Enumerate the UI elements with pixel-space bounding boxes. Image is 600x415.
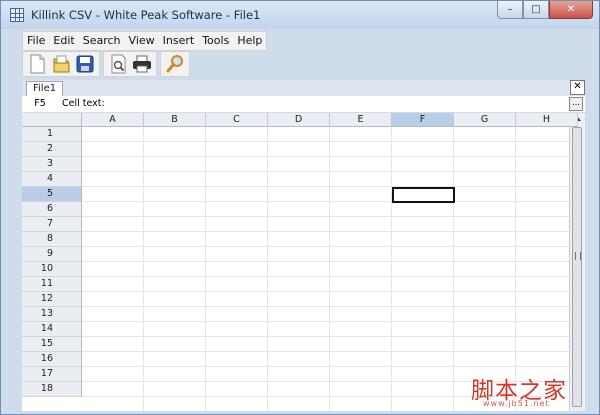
cell-text-input[interactable] [122,97,572,110]
vertical-scrollbar[interactable] [569,113,585,411]
selected-cell[interactable] [392,187,455,203]
column-header[interactable]: D [268,113,330,127]
menu-bar: File Edit Search View Insert Tools Help [22,31,268,51]
row-header[interactable]: 16 [22,352,82,367]
open-folder-icon [53,55,70,73]
window-title: Killink CSV - White Peak Software - File… [31,8,261,22]
menu-edit[interactable]: Edit [49,32,78,50]
app-window: Killink CSV - White Peak Software - File… [0,0,600,415]
cell-edit-more-button[interactable]: ... [569,97,583,111]
column-header[interactable]: C [206,113,268,127]
row-header[interactable]: 15 [22,337,82,352]
row-header[interactable]: 18 [22,382,82,397]
row-header[interactable]: 17 [22,367,82,382]
scroll-thumb[interactable] [572,127,582,407]
row-header[interactable]: 6 [22,202,82,217]
row-header[interactable]: 9 [22,247,82,262]
column-header[interactable]: G [454,113,516,127]
save-button[interactable] [74,53,96,75]
menu-insert[interactable]: Insert [159,32,199,50]
save-icon [76,55,94,73]
row-header[interactable]: 10 [22,262,82,277]
spreadsheet-app-icon [10,8,24,22]
row-header[interactable]: 4 [22,172,82,187]
row-header[interactable]: 2 [22,142,82,157]
row-header[interactable]: 3 [22,157,82,172]
menu-tools[interactable]: Tools [198,32,233,50]
tab-file1[interactable]: File1 [26,81,64,97]
row-header[interactable]: 11 [22,277,82,292]
grid-cells[interactable] [82,127,569,411]
close-button[interactable]: ✕ [549,1,593,19]
grid-corner[interactable] [22,113,82,127]
close-tab-icon[interactable]: ✕ [570,80,585,95]
find-button[interactable] [164,53,186,75]
menu-view[interactable]: View [125,32,159,50]
maximize-button[interactable]: □ [523,1,549,19]
title-bar[interactable]: Killink CSV - White Peak Software - File… [1,1,599,29]
open-file-button[interactable] [50,53,72,75]
print-preview-button[interactable] [107,53,129,75]
menu-help[interactable]: Help [233,32,266,50]
print-preview-icon [111,54,126,74]
new-file-button[interactable] [26,53,48,75]
toolbar-search-group [160,51,190,77]
grip-icon [575,252,581,260]
row-header[interactable]: 14 [22,322,82,337]
column-header[interactable]: B [144,113,206,127]
print-icon [133,55,151,73]
menu-file[interactable]: File [23,32,49,50]
watermark-url: www.jb51.net [483,399,550,408]
row-header[interactable]: 13 [22,307,82,322]
row-header[interactable]: 8 [22,232,82,247]
column-header[interactable]: E [330,113,392,127]
site-watermark: 脚本之家 www.jb51.net [471,371,589,411]
cell-bar: F5 Cell text: ... [22,96,585,112]
search-icon [166,55,183,73]
column-header[interactable]: A [82,113,144,127]
column-header[interactable]: F [392,113,454,127]
toolbar-file-group [22,51,100,77]
row-header[interactable]: 7 [22,217,82,232]
print-button[interactable] [131,53,153,75]
toolbar [22,51,193,77]
toolbar-print-group [103,51,157,77]
menu-search[interactable]: Search [79,32,125,50]
document-tab-bar: File1 ✕ [22,80,585,97]
row-header[interactable]: 12 [22,292,82,307]
row-header[interactable]: 1 [22,127,82,142]
spreadsheet-grid: A B C D E F G H 1 2 3 4 5 6 7 8 9 10 11 12 13 14 15 16 17 18 [22,113,585,411]
minimize-button[interactable]: – [497,1,523,19]
row-header[interactable]: 5 [22,187,82,202]
new-file-icon [30,54,45,74]
cell-reference: F5 [34,98,46,109]
cell-text-label: Cell text: [62,98,105,109]
column-header[interactable]: H [516,113,578,127]
